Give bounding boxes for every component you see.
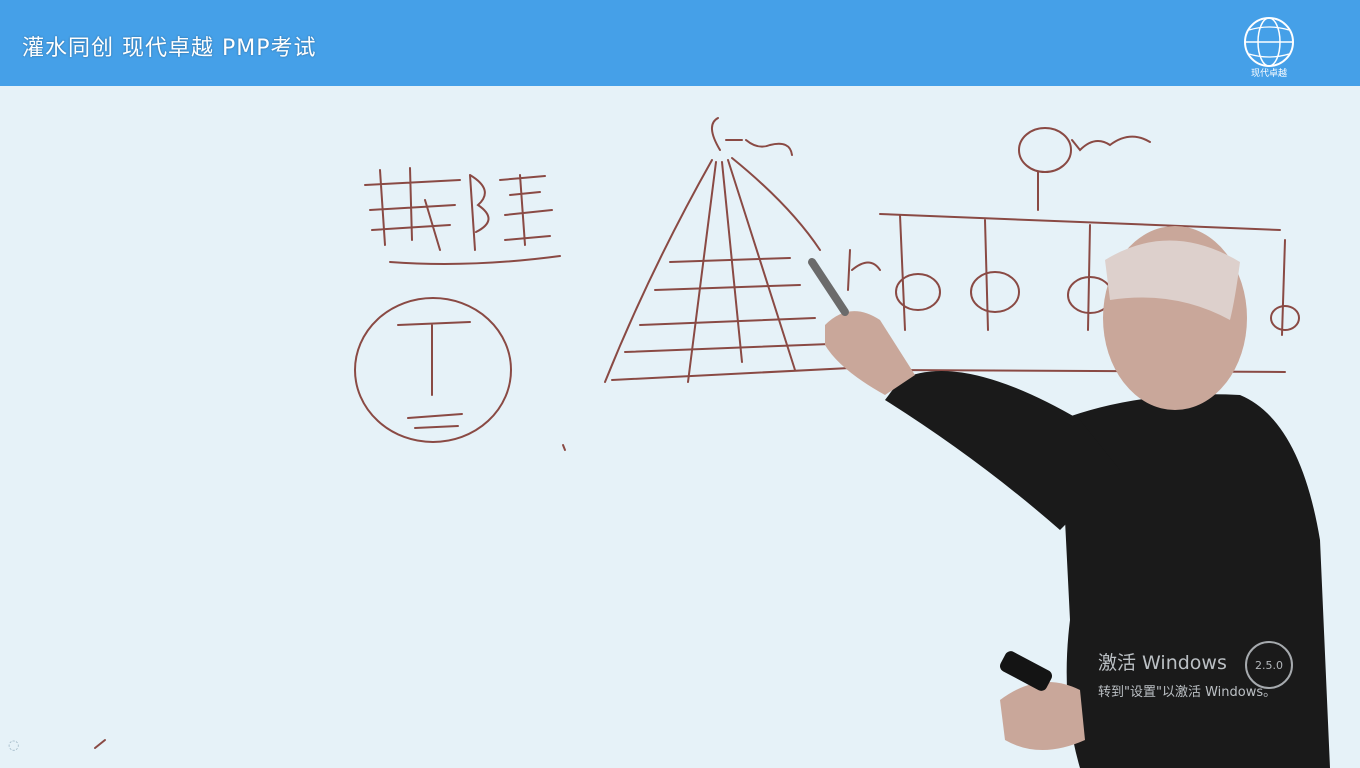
circled-letter [354, 297, 512, 443]
video-header-bar: 灌水同创 现代卓越 PMP考试 现代卓越 [0, 0, 1360, 86]
playback-speed-badge[interactable]: 2.5.0 [1245, 641, 1293, 689]
logo-caption: 现代卓越 [1251, 67, 1287, 79]
globe-logo-icon: 现代卓越 [1244, 17, 1294, 79]
pyramid-diagram [604, 117, 851, 383]
course-title: 灌水同创 现代卓越 PMP考试 [22, 36, 317, 61]
loading-icon: ◌ [8, 738, 20, 753]
handwriting-sloan [364, 167, 561, 265]
watermark-subtitle: 转到"设置"以激活 Windows。 [1098, 685, 1277, 700]
